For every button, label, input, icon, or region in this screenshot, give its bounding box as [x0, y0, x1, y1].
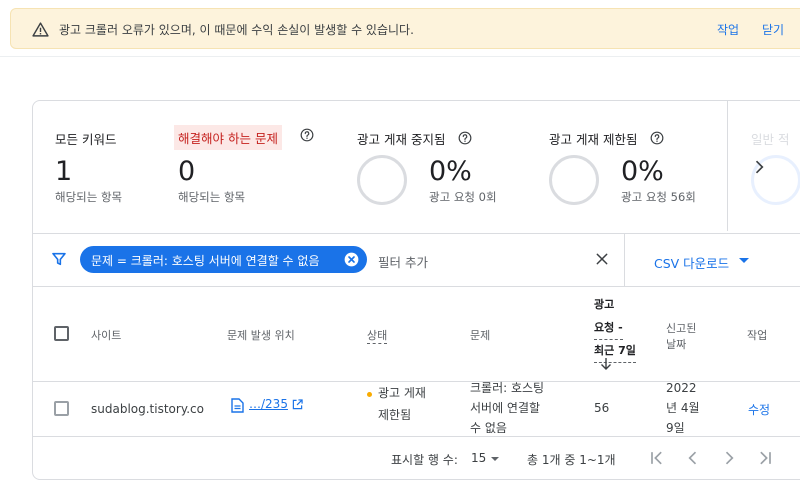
remove-filter-icon[interactable] — [344, 252, 359, 267]
metric-subtitle: 해당되는 항목 — [178, 190, 246, 204]
metrics-separator — [727, 101, 728, 231]
previous-page-icon[interactable] — [683, 448, 703, 468]
metric-value: 0% — [621, 156, 664, 187]
banner-action-button[interactable]: 작업 — [717, 21, 739, 38]
metric-value: 0 — [178, 156, 196, 187]
filter-icon[interactable] — [51, 251, 67, 267]
metric-value: 1 — [55, 156, 73, 187]
warning-icon — [32, 22, 49, 37]
divider — [33, 286, 800, 287]
metric-subtitle: 광고 요청 0회 — [429, 190, 497, 204]
divider — [33, 233, 800, 234]
csv-download-button[interactable]: CSV 다운로드 — [654, 253, 729, 272]
rows-per-page-select[interactable]: 15 — [471, 451, 486, 465]
help-icon[interactable] — [458, 131, 472, 145]
sort-descending-icon[interactable] — [600, 357, 612, 371]
rows-per-page-label: 표시할 행 수: — [391, 453, 458, 467]
edit-button[interactable]: 수정 — [748, 401, 770, 418]
dropdown-caret-icon[interactable] — [491, 457, 499, 461]
metric-title: 광고 게재 제한됨 — [549, 132, 638, 147]
help-icon[interactable] — [300, 128, 314, 142]
metric-subtitle: 광고 요청 56회 — [621, 190, 696, 204]
metric-partial-title: 일반 적 — [751, 132, 790, 147]
metric-subtitle: 해당되는 항목 — [55, 190, 123, 204]
row-checkbox[interactable] — [54, 401, 69, 416]
metric-title: 모든 키워드 — [55, 132, 117, 147]
site-cell: sudablog.tistory.co — [91, 402, 204, 416]
policy-center-card: 모든 키워드 1 해당되는 항목 해결해야 하는 문제 0 해당되는 항목 광고… — [32, 100, 800, 480]
column-header-status[interactable]: 상태 — [367, 327, 388, 344]
next-page-icon[interactable] — [719, 448, 739, 468]
banner-message: 광고 크롤러 오류가 있으며, 이 때문에 수익 손실이 발생할 수 있습니다. — [59, 23, 414, 37]
column-header-location[interactable]: 문제 발생 위치 — [227, 327, 295, 343]
help-icon[interactable] — [650, 131, 664, 145]
metric-title: 해결해야 하는 문제 — [174, 125, 282, 150]
dropdown-caret-icon[interactable] — [739, 258, 749, 263]
divider — [0, 56, 800, 57]
status-dot — [367, 392, 372, 397]
column-header-site[interactable]: 사이트 — [91, 327, 121, 343]
page-range-label: 총 1개 중 1~1개 — [527, 453, 616, 467]
page-url-link[interactable]: …/235 — [249, 397, 288, 411]
filter-chip[interactable]: 문제 = 크롤러: 호스팅 서버에 연결할 수 없음 — [80, 246, 367, 273]
open-in-new-icon[interactable] — [292, 399, 303, 410]
metric-title: 광고 게재 중지됨 — [357, 132, 446, 147]
first-page-icon[interactable] — [647, 448, 667, 468]
filter-chip-label: 문제 = 크롤러: 호스팅 서버에 연결할 수 없음 — [91, 254, 320, 268]
filter-separator — [624, 234, 625, 286]
last-page-icon[interactable] — [755, 448, 775, 468]
ad-requests-cell: 56 — [594, 401, 610, 415]
document-icon — [231, 398, 244, 413]
column-header-issue[interactable]: 문제 — [470, 327, 490, 343]
select-all-checkbox[interactable] — [54, 326, 69, 341]
warning-banner: 광고 크롤러 오류가 있으며, 이 때문에 수익 손실이 발생할 수 있습니다.… — [10, 8, 800, 49]
progress-ring — [357, 155, 407, 205]
add-filter-input[interactable]: 필터 추가 — [378, 252, 428, 271]
banner-close-button[interactable]: 닫기 — [762, 21, 784, 38]
divider — [33, 436, 800, 437]
metric-value: 0% — [429, 156, 472, 187]
clear-filters-icon[interactable] — [594, 251, 610, 267]
progress-ring — [549, 155, 599, 205]
column-header-action: 작업 — [747, 329, 768, 342]
chevron-right-icon[interactable] — [749, 157, 769, 177]
